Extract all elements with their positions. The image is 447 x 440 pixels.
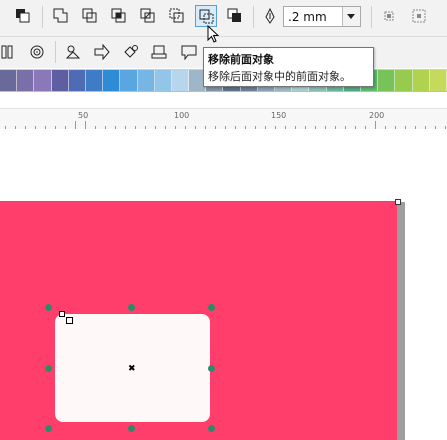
toolbar-separator bbox=[55, 41, 56, 63]
outline-width-combo[interactable]: .2 mm bbox=[283, 6, 361, 27]
palette-swatch[interactable] bbox=[429, 70, 447, 91]
intersect-icon[interactable] bbox=[108, 5, 130, 27]
selection-handle[interactable] bbox=[128, 425, 135, 432]
property-bar: .2 mm bbox=[0, 0, 447, 37]
ruler-label: 200 bbox=[369, 111, 385, 120]
tooltip: 移除前面对象 移除后面对象中的前面对象。 bbox=[203, 47, 374, 87]
tooltip-title: 移除前面对象 bbox=[208, 53, 274, 66]
toolbar-separator bbox=[253, 6, 254, 28]
selection-handle[interactable] bbox=[208, 304, 215, 311]
palette-swatch[interactable] bbox=[0, 70, 18, 91]
selection-handle[interactable] bbox=[208, 425, 215, 432]
front-minus-back-icon[interactable] bbox=[166, 5, 188, 27]
palette-swatch[interactable] bbox=[412, 70, 430, 91]
outline-width-value[interactable]: .2 mm bbox=[288, 10, 327, 24]
grid-icon[interactable] bbox=[0, 41, 18, 63]
palette-swatch[interactable] bbox=[85, 70, 104, 91]
ruler-label: 150 bbox=[271, 111, 287, 120]
page-corner-node[interactable] bbox=[395, 199, 401, 205]
palette-swatch[interactable] bbox=[103, 70, 121, 91]
selection-handle[interactable] bbox=[45, 365, 52, 372]
ruler-label: 100 bbox=[174, 111, 190, 120]
callout-icon[interactable] bbox=[178, 41, 200, 63]
flowchart-icon[interactable] bbox=[120, 41, 142, 63]
banner-icon[interactable] bbox=[148, 41, 170, 63]
chevron-down-icon[interactable] bbox=[342, 7, 360, 26]
ruler-tick bbox=[375, 121, 376, 129]
weld-icon[interactable] bbox=[50, 5, 72, 27]
back-minus-front-icon[interactable] bbox=[195, 5, 217, 27]
ruler-tick bbox=[85, 121, 86, 129]
selection-handle[interactable] bbox=[45, 425, 52, 432]
selection-handle[interactable] bbox=[208, 365, 215, 372]
tooltip-description: 移除后面对象中的前面对象。 bbox=[208, 70, 351, 83]
palette-swatch[interactable] bbox=[395, 70, 413, 91]
outline-pen-icon[interactable] bbox=[259, 5, 281, 27]
palette-swatch[interactable] bbox=[34, 70, 52, 91]
spiral-icon[interactable] bbox=[26, 41, 48, 63]
center-marker-icon[interactable]: ✖ bbox=[128, 364, 136, 374]
selection-handle[interactable] bbox=[128, 304, 135, 311]
arrow-shapes-icon[interactable] bbox=[91, 41, 113, 63]
palette-swatch[interactable] bbox=[68, 70, 86, 91]
page-shadow bbox=[397, 202, 405, 440]
contour-icon[interactable] bbox=[408, 5, 430, 27]
selection-handle[interactable] bbox=[45, 304, 52, 311]
trim-icon[interactable] bbox=[79, 5, 101, 27]
toolbar-separator bbox=[371, 6, 372, 28]
ruler-label: 50 bbox=[78, 111, 89, 120]
palette-swatch[interactable] bbox=[171, 70, 190, 91]
corner-node[interactable] bbox=[59, 311, 65, 317]
basic-shapes-icon[interactable] bbox=[62, 41, 84, 63]
create-boundary-icon[interactable] bbox=[224, 5, 246, 27]
palette-swatch[interactable] bbox=[17, 70, 35, 91]
simplify-icon[interactable] bbox=[137, 5, 159, 27]
horizontal-ruler[interactable]: 50 100 150 200 bbox=[0, 108, 447, 130]
palette-swatch[interactable] bbox=[51, 70, 69, 91]
toolbar-separator bbox=[42, 6, 43, 28]
palette-swatch[interactable] bbox=[154, 70, 172, 91]
wrap-text-icon[interactable] bbox=[378, 5, 400, 27]
palette-swatch[interactable] bbox=[137, 70, 155, 91]
ruler-tick bbox=[75, 121, 76, 129]
mouse-cursor-icon bbox=[207, 25, 220, 43]
palette-swatch[interactable] bbox=[120, 70, 138, 91]
palette-swatch[interactable] bbox=[378, 70, 396, 91]
combine-icon[interactable] bbox=[12, 5, 34, 27]
corner-node[interactable] bbox=[66, 317, 73, 324]
